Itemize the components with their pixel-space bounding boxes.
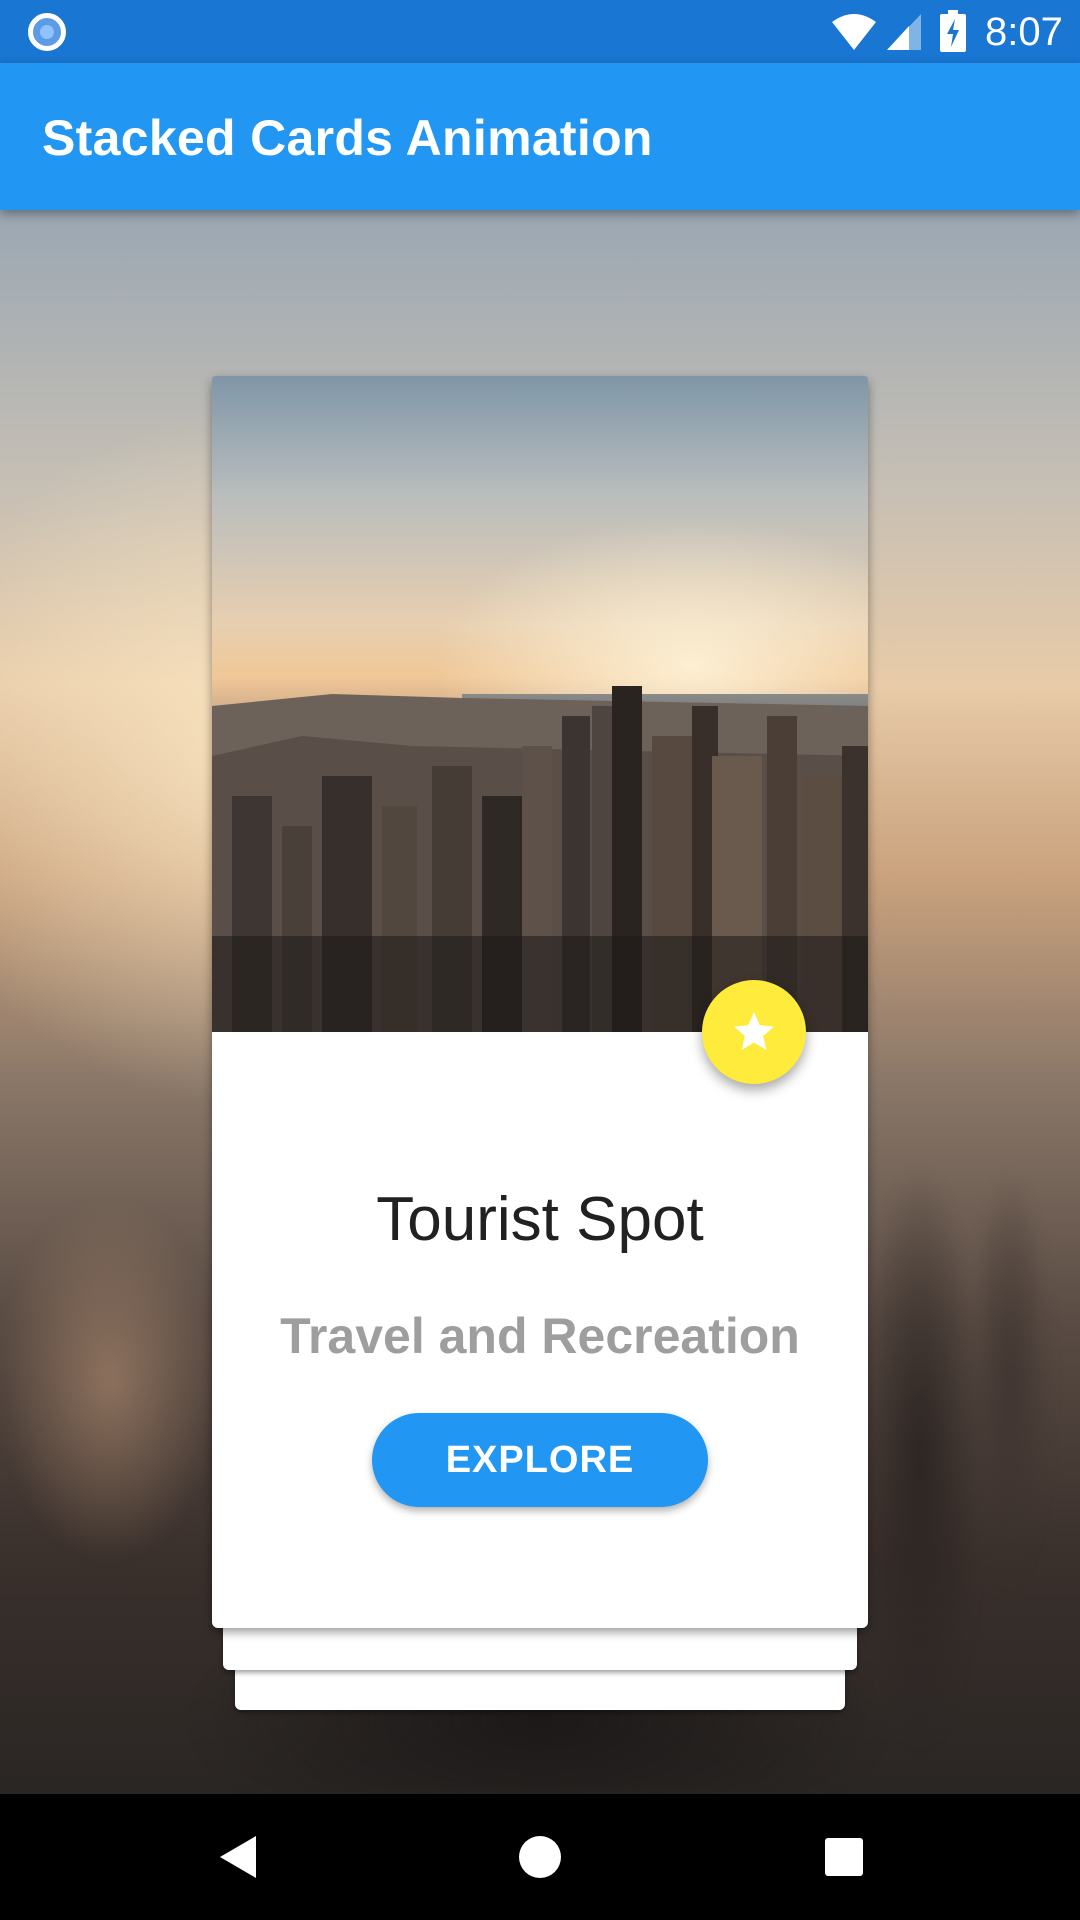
navigation-bar (0, 1794, 1080, 1920)
recents-icon (825, 1838, 863, 1876)
battery-charging-icon (940, 10, 966, 52)
front-card[interactable]: Tourist Spot Travel and Recreation EXPLO… (212, 376, 868, 1628)
card-image (212, 376, 868, 1032)
notification-circle-icon (28, 13, 66, 51)
app-title: Stacked Cards Animation (42, 110, 653, 166)
card-subtitle: Travel and Recreation (280, 1308, 800, 1364)
status-time: 8:07 (985, 10, 1063, 54)
city-skyline (212, 686, 868, 1032)
favorite-button[interactable] (702, 980, 806, 1084)
recents-button[interactable] (809, 1822, 879, 1892)
star-icon (734, 1012, 774, 1050)
back-icon (220, 1836, 256, 1878)
explore-button[interactable]: EXPLORE (372, 1413, 708, 1507)
home-icon (519, 1836, 561, 1878)
app-bar: Stacked Cards Animation (0, 63, 1080, 210)
card-title: Tourist Spot (376, 1185, 704, 1254)
status-bar: 8:07 (0, 0, 1080, 63)
home-button[interactable] (505, 1822, 575, 1892)
back-button[interactable] (203, 1822, 273, 1892)
cell-signal-icon (887, 14, 921, 50)
wifi-icon (832, 14, 876, 50)
